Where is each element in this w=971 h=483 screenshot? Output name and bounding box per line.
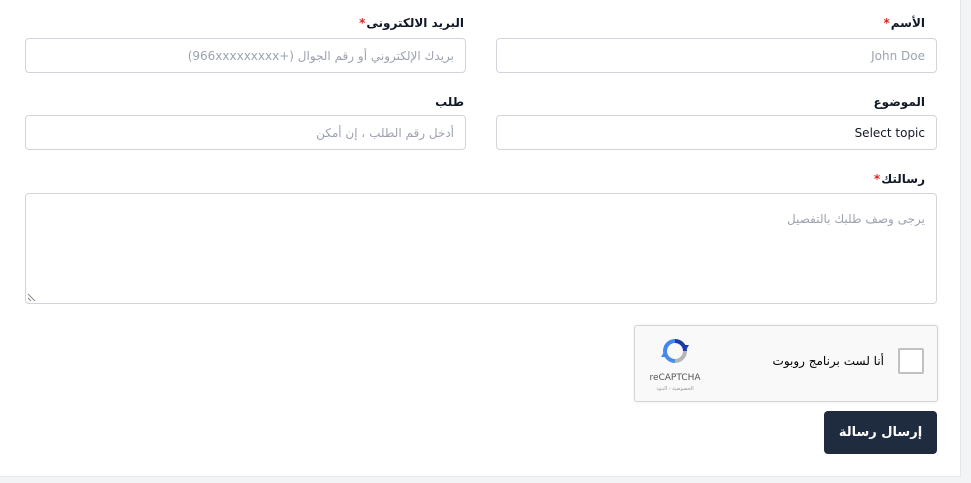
email-label-text: البريد الالكترونى <box>366 16 464 30</box>
name-input[interactable]: John Doe <box>496 38 937 73</box>
order-label: طلب <box>435 95 464 109</box>
recaptcha-widget: أنا لست برنامج روبوت reCAPTCHA الخصوصية … <box>634 325 938 402</box>
message-placeholder: يرجى وصف طلبك بالتفصيل <box>787 212 925 226</box>
recaptcha-logo-icon <box>661 339 689 363</box>
contact-form-card: الأسم* John Doe البريد الالكترونى* بريدك… <box>0 0 961 477</box>
recaptcha-brand: reCAPTCHA <box>649 373 701 383</box>
name-placeholder: John Doe <box>871 48 925 63</box>
required-mark: * <box>359 16 366 30</box>
resize-grip-icon[interactable] <box>27 293 36 302</box>
subject-label: الموضوع <box>873 95 925 109</box>
order-placeholder: أدخل رقم الطلب ، إن أمكن <box>316 125 454 140</box>
recaptcha-privacy-terms-links[interactable]: الخصوصية - البنود <box>647 386 703 392</box>
email-label: البريد الالكترونى* <box>359 16 464 30</box>
send-message-button[interactable]: إرسال رسالة <box>824 411 937 454</box>
subject-select-value: Select topic <box>854 125 925 140</box>
name-label: الأسم* <box>883 16 925 30</box>
email-input[interactable]: بريدك الإلكتروني أو رقم الجوال (+966xxxx… <box>25 38 466 73</box>
message-label: رسالتك* <box>874 172 925 186</box>
recaptcha-label: أنا لست برنامج روبوت <box>772 354 884 368</box>
message-textarea[interactable]: يرجى وصف طلبك بالتفصيل <box>25 193 937 304</box>
required-mark: * <box>873 172 881 186</box>
email-placeholder: بريدك الإلكتروني أو رقم الجوال (+966xxxx… <box>187 48 454 63</box>
required-mark: * <box>883 16 890 30</box>
subject-select[interactable]: Select topic <box>496 115 937 150</box>
message-label-text: رسالتك <box>881 172 925 186</box>
name-label-text: الأسم <box>890 16 925 30</box>
recaptcha-checkbox[interactable] <box>898 348 924 374</box>
order-number-input[interactable]: أدخل رقم الطلب ، إن أمكن <box>25 115 466 150</box>
